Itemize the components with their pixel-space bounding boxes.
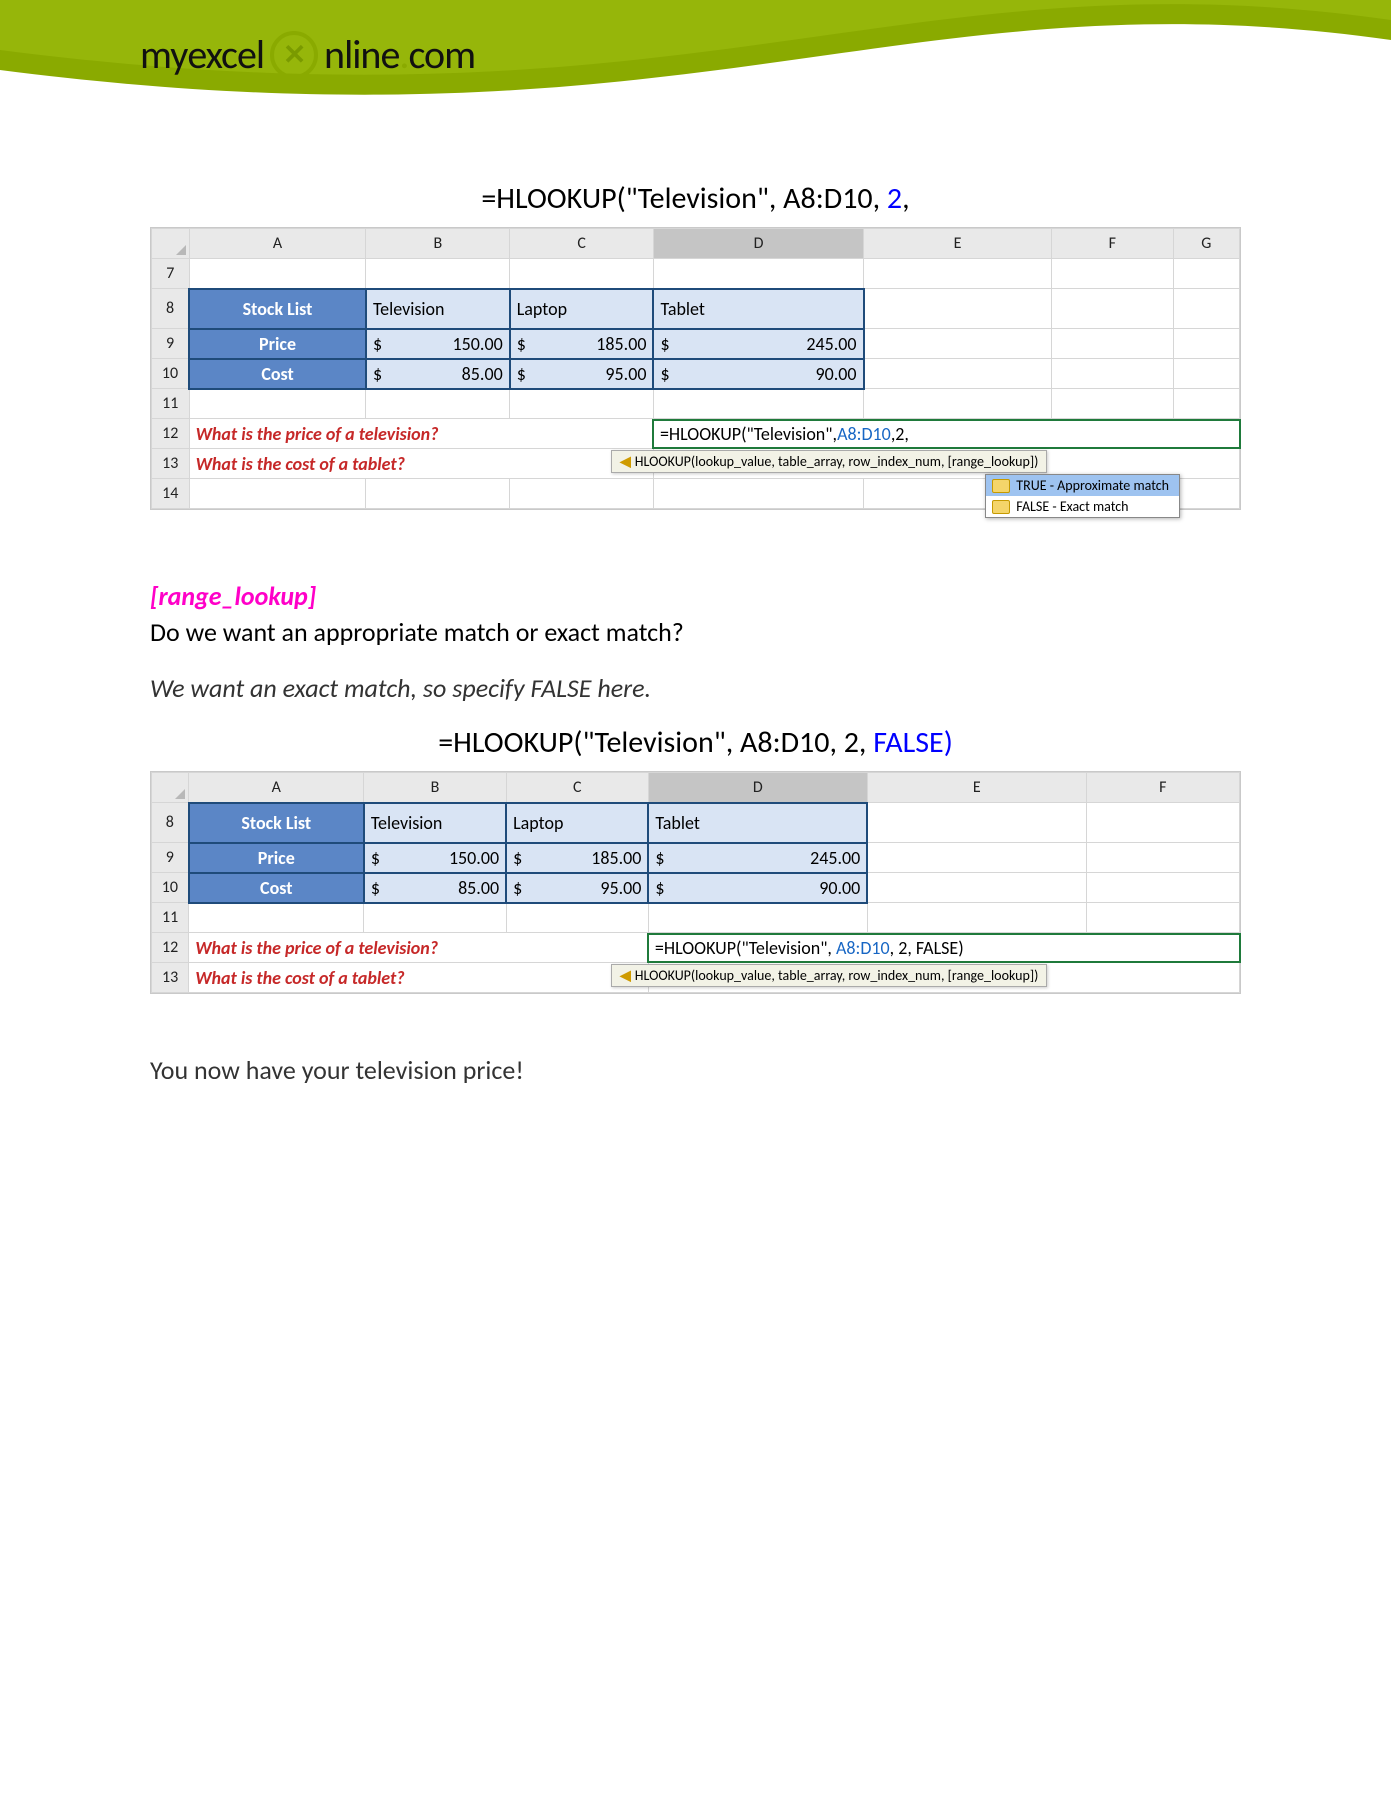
formula-cell-2[interactable]: =HLOOKUP("Television", A8:D10, 2, FALSE) xyxy=(649,935,1239,961)
col-F[interactable]: F xyxy=(1086,773,1239,803)
result-text: You now have your television price! xyxy=(150,1054,1241,1086)
row-11[interactable]: 11 xyxy=(152,389,190,419)
cell-price-label[interactable]: Price xyxy=(189,329,366,359)
spreadsheet-1: A B C D E F G 7 8 Stock List Television … xyxy=(150,227,1241,510)
col-B[interactable]: B xyxy=(364,773,506,803)
cell-price-tablet[interactable]: $245.00 xyxy=(648,843,867,873)
row-12[interactable]: 12 xyxy=(152,419,190,449)
range-lookup-question: Do we want an appropriate match or exact… xyxy=(150,616,1241,648)
col-D[interactable]: D xyxy=(648,773,867,803)
col-C[interactable]: C xyxy=(506,773,648,803)
question-2[interactable]: What is the cost of a tablet? xyxy=(189,963,649,993)
col-B[interactable]: B xyxy=(366,229,510,259)
cell-cost-label[interactable]: Cost xyxy=(189,359,366,389)
cell-cost-tablet[interactable]: $90.00 xyxy=(653,359,863,389)
autocomplete-false[interactable]: FALSE - Exact match xyxy=(986,496,1179,517)
cell-price-tv[interactable]: $150.00 xyxy=(366,329,510,359)
cell-hdr-tv[interactable]: Television xyxy=(366,289,510,329)
row-7[interactable]: 7 xyxy=(152,259,190,289)
logo-part-com: com xyxy=(408,30,475,79)
cell-cost-tablet[interactable]: $90.00 xyxy=(648,873,867,903)
select-all-corner[interactable] xyxy=(152,229,190,259)
cell-price-tv[interactable]: $150.00 xyxy=(364,843,506,873)
constant-icon xyxy=(992,479,1010,493)
row-10[interactable]: 10 xyxy=(152,873,189,903)
cell-hdr-laptop[interactable]: Laptop xyxy=(506,803,648,843)
row-9[interactable]: 9 xyxy=(152,329,190,359)
col-C[interactable]: C xyxy=(510,229,654,259)
site-logo: my excel ✕ nline . com xyxy=(140,30,475,79)
cell-price-laptop[interactable]: $185.00 xyxy=(510,329,654,359)
cell-cost-laptop[interactable]: $95.00 xyxy=(510,359,654,389)
cell-price-tablet[interactable]: $245.00 xyxy=(653,329,863,359)
cell-hdr-laptop[interactable]: Laptop xyxy=(510,289,654,329)
question-2[interactable]: What is the cost of a tablet? xyxy=(189,449,653,479)
formula-title-1: =HLOOKUP("Television", A8:D10, 2, xyxy=(150,180,1241,217)
col-E[interactable]: E xyxy=(867,773,1086,803)
col-A[interactable]: A xyxy=(189,229,366,259)
column-header-row: A B C D E F G xyxy=(152,229,1240,259)
col-F[interactable]: F xyxy=(1051,229,1173,259)
cell-hdr-tablet[interactable]: Tablet xyxy=(653,289,863,329)
col-E[interactable]: E xyxy=(864,229,1052,259)
select-all-corner[interactable] xyxy=(152,773,189,803)
autocomplete-dropdown[interactable]: TRUE - Approximate match FALSE - Exact m… xyxy=(985,474,1180,518)
logo-part-my: my xyxy=(140,30,187,79)
spreadsheet-2: A B C D E F 8 Stock List Television Lapt… xyxy=(150,771,1241,994)
range-lookup-label: [range_lookup] xyxy=(150,580,1241,612)
page-content: =HLOOKUP("Television", A8:D10, 2, A B C … xyxy=(0,130,1391,1126)
page-header: my excel ✕ nline . com xyxy=(0,0,1391,130)
cell-hdr-tablet[interactable]: Tablet xyxy=(648,803,867,843)
cell-stock-list[interactable]: Stock List xyxy=(189,289,366,329)
row-14[interactable]: 14 xyxy=(152,479,190,509)
range-lookup-answer: We want an exact match, so specify FALSE… xyxy=(150,672,1241,704)
logo-part-excel: excel xyxy=(187,30,264,79)
logo-part-nline: nline xyxy=(324,30,399,79)
row-12[interactable]: 12 xyxy=(152,933,189,963)
row-8[interactable]: 8 xyxy=(152,803,189,843)
logo-part-dot: . xyxy=(399,30,408,79)
row-10[interactable]: 10 xyxy=(152,359,190,389)
cell-price-label[interactable]: Price xyxy=(189,843,364,873)
row-8[interactable]: 8 xyxy=(152,289,190,329)
cell-stock-list[interactable]: Stock List xyxy=(189,803,364,843)
row-13[interactable]: 13 xyxy=(152,449,190,479)
autocomplete-true[interactable]: TRUE - Approximate match xyxy=(986,475,1179,496)
column-header-row: A B C D E F xyxy=(152,773,1240,803)
row-11[interactable]: 11 xyxy=(152,903,189,933)
nav-left-icon[interactable]: ◀ xyxy=(620,453,631,470)
cell-cost-label[interactable]: Cost xyxy=(189,873,364,903)
question-1[interactable]: What is the price of a television? xyxy=(189,419,653,449)
syntax-tooltip-1: ◀HLOOKUP(lookup_value, table_array, row_… xyxy=(611,450,1047,473)
formula-title-2: =HLOOKUP("Television", A8:D10, 2, FALSE) xyxy=(150,724,1241,761)
col-G[interactable]: G xyxy=(1173,229,1239,259)
cell-cost-tv[interactable]: $85.00 xyxy=(364,873,506,903)
question-1[interactable]: What is the price of a television? xyxy=(189,933,649,963)
syntax-tooltip-2: ◀HLOOKUP(lookup_value, table_array, row_… xyxy=(611,964,1047,987)
nav-left-icon[interactable]: ◀ xyxy=(620,967,631,984)
logo-x-icon: ✕ xyxy=(270,31,318,79)
cell-price-laptop[interactable]: $185.00 xyxy=(506,843,648,873)
col-D[interactable]: D xyxy=(653,229,863,259)
formula-cell-1[interactable]: =HLOOKUP("Television",A8:D10,2, xyxy=(654,421,1239,447)
cell-cost-laptop[interactable]: $95.00 xyxy=(506,873,648,903)
grid-2: A B C D E F 8 Stock List Television Lapt… xyxy=(151,772,1240,993)
row-9[interactable]: 9 xyxy=(152,843,189,873)
row-13[interactable]: 13 xyxy=(152,963,189,993)
cell-cost-tv[interactable]: $85.00 xyxy=(366,359,510,389)
constant-icon xyxy=(992,500,1010,514)
cell-hdr-tv[interactable]: Television xyxy=(364,803,506,843)
col-A[interactable]: A xyxy=(189,773,364,803)
